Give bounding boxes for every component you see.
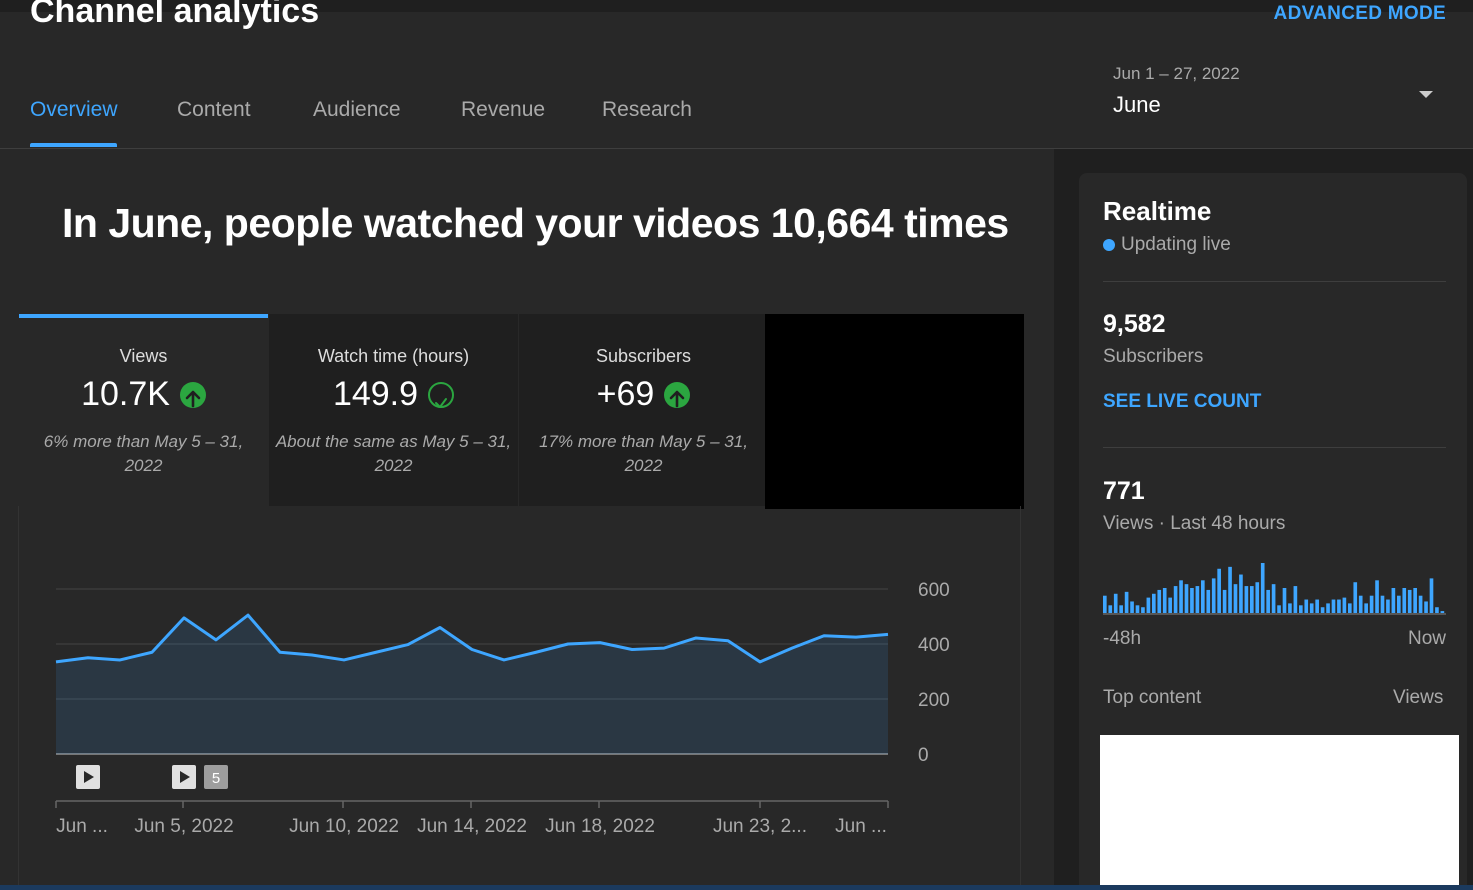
live-dot-icon: [1103, 239, 1115, 251]
metric-card-subscribers[interactable]: Subscribers +69 17% more than May 5 – 31…: [519, 314, 768, 506]
summary-headline: In June, people watched your videos 10,6…: [62, 200, 1009, 246]
metric-comparison: About the same as May 5 – 31, 2022: [275, 432, 512, 475]
chart-container: [18, 506, 1021, 890]
realtime-views-label: Views · Last 48 hours: [1103, 513, 1286, 534]
redacted-card: [765, 314, 1024, 509]
active-tab-indicator: [30, 143, 117, 147]
realtime-views-count: 771: [1103, 477, 1145, 505]
bottom-edge: [0, 885, 1473, 890]
date-range-picker[interactable]: Jun 1 – 27, 2022 June: [1113, 64, 1453, 124]
metric-label: Watch time (hours): [317, 346, 470, 366]
metric-value: 10.7K: [81, 375, 170, 413]
realtime-status: Updating live: [1103, 234, 1231, 256]
realtime-axis-end: Now: [1408, 628, 1447, 649]
divider: [1103, 281, 1446, 282]
redacted-top-content: [1100, 735, 1459, 890]
metric-label: Views: [119, 346, 168, 366]
metric-value-row: 10.7K: [19, 375, 268, 414]
realtime-title: Realtime: [1103, 196, 1212, 226]
metric-value: 149.9: [332, 375, 419, 413]
realtime-status-text: Updating live: [1121, 234, 1231, 255]
top-content-label: Top content: [1103, 687, 1202, 708]
tab-research[interactable]: Research: [602, 98, 692, 122]
metric-value-row: +69: [519, 375, 768, 414]
metric-comparison: 6% more than May 5 – 31, 2022: [43, 432, 244, 475]
metric-card-watch-time[interactable]: Watch time (hours) 149.9 About the same …: [269, 314, 518, 506]
arrow-up-icon: [179, 381, 206, 408]
divider: [1103, 447, 1446, 448]
subscriber-count: 9,582: [1103, 310, 1166, 338]
subscriber-label: Subscribers: [1103, 346, 1204, 367]
metric-value: +69: [596, 375, 655, 413]
metric-value-row: 149.9: [269, 375, 518, 414]
tab-audience[interactable]: Audience: [313, 98, 401, 122]
realtime-axis-start: -48h: [1103, 628, 1142, 649]
top-content-views-label: Views: [1393, 687, 1444, 708]
metric-comparison: 17% more than May 5 – 31, 2022: [539, 432, 748, 475]
dropdown-caret-icon: [1419, 91, 1433, 98]
check-icon: [428, 381, 455, 408]
date-range-label: June: [1113, 92, 1161, 117]
date-range-text: Jun 1 – 27, 2022: [1113, 64, 1240, 83]
arrow-up-icon: [664, 381, 691, 408]
tab-revenue[interactable]: Revenue: [461, 98, 545, 122]
tab-content[interactable]: Content: [177, 98, 251, 122]
metric-label: Subscribers: [595, 346, 692, 366]
page-title: Channel analytics: [30, 0, 320, 30]
advanced-mode-link[interactable]: ADVANCED MODE: [1274, 3, 1446, 25]
metric-card-views[interactable]: Views 10.7K 6% more than May 5 – 31, 202…: [19, 314, 268, 506]
see-live-count-link[interactable]: SEE LIVE COUNT: [1103, 391, 1261, 413]
tab-overview[interactable]: Overview: [30, 98, 118, 122]
